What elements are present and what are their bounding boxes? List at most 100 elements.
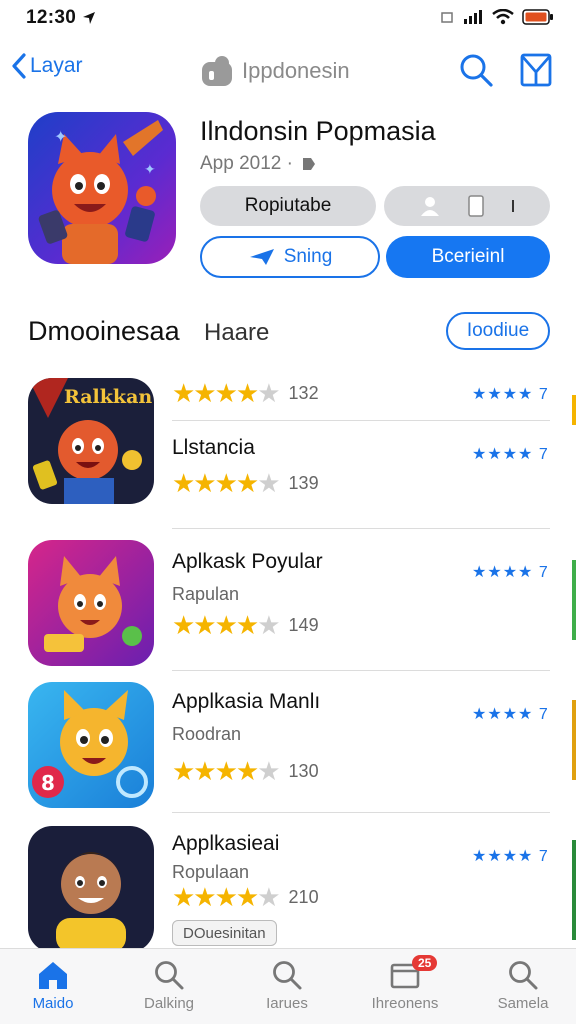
- mini-star-rating: ★★★★ 7: [472, 446, 549, 463]
- tab-label: Dalking: [143, 995, 195, 1012]
- tab-label: Iarues: [266, 995, 308, 1012]
- hero-subtitle-text: App 2012 ·: [200, 153, 293, 174]
- share-people-icon: [421, 197, 439, 216]
- search-icon: [155, 961, 184, 990]
- cartoon-cat-app-icon: ✦ ✦: [28, 112, 176, 264]
- navigation-bar: Layar Ippdonesin: [0, 44, 576, 100]
- app-icon: 8: [28, 682, 154, 808]
- share-button-label: Sning: [283, 246, 333, 267]
- bookmark-icon: [520, 53, 552, 87]
- rating-row: ★★★★★ 210: [172, 882, 319, 913]
- nav-title-text: Ippdonesin: [242, 58, 350, 83]
- tab-samela[interactable]: Samela: [468, 959, 576, 1012]
- back-button[interactable]: Layar: [10, 52, 83, 80]
- see-all-button[interactable]: Ioodiue: [446, 312, 550, 350]
- app-title: Aplkask Poyular: [172, 550, 323, 573]
- star-rating-icon: ★★★★★: [172, 610, 281, 640]
- edge-decoration: [572, 560, 576, 640]
- get-button[interactable]: Ropiutabe: [200, 186, 376, 226]
- tag-icon: [302, 158, 315, 170]
- section-subtitle: Haare: [204, 319, 270, 346]
- rating-count: 130: [288, 761, 319, 781]
- rating-row: ★★★★★ 149: [172, 610, 319, 641]
- rating-count: 149: [288, 615, 319, 635]
- rating-count: 210: [288, 887, 319, 907]
- notification-badge: 25: [412, 955, 438, 971]
- wifi-icon: [492, 9, 514, 25]
- star-rating-icon: ★★★★★: [172, 756, 281, 786]
- more-icon: [512, 200, 514, 212]
- chevron-left-icon: [12, 53, 26, 79]
- hero-app-icon[interactable]: ✦ ✦: [28, 112, 176, 264]
- tab-dalking[interactable]: Dalking: [114, 959, 224, 1012]
- rating-row: ★★★★★ 132: [172, 378, 319, 409]
- mini-star-rating: ★★★★ 7: [472, 706, 549, 723]
- svg-text:✦: ✦: [144, 162, 156, 178]
- rating-count: 139: [288, 473, 319, 493]
- svg-text:✦: ✦: [54, 127, 67, 146]
- search-icon: [273, 961, 302, 990]
- search-button[interactable]: [458, 52, 494, 93]
- app-icon: [28, 826, 154, 952]
- app-icon-logo-text: Ralkkan: [64, 386, 153, 408]
- device-icon: [468, 195, 484, 217]
- star-rating-icon: ★★★★★: [172, 882, 281, 912]
- edge-decoration: [572, 395, 576, 425]
- tab-iarues[interactable]: Iarues: [232, 959, 342, 1012]
- tab-label: Ihreonens: [371, 995, 439, 1012]
- rating-count: 132: [288, 383, 319, 403]
- nav-title: Ippdonesin: [200, 54, 350, 88]
- cartoon-cat-blue-app-icon: 8: [28, 682, 154, 808]
- divider: [172, 670, 550, 671]
- tab-bar: Maido Dalking Iarues 25 Ihreonens Samela: [0, 948, 576, 1024]
- tab-label: Samela: [497, 995, 549, 1012]
- app-title: Applkasia Manlı: [172, 690, 321, 713]
- status-icons: [440, 9, 554, 25]
- send-icon: [249, 249, 274, 265]
- divider: [172, 528, 550, 529]
- svg-text:8: 8: [41, 771, 55, 795]
- tab-ihreonens[interactable]: 25 Ihreonens: [350, 955, 460, 1012]
- rating-row: ★★★★★ 130: [172, 756, 319, 787]
- star-rating-icon: ★★★★★: [172, 468, 281, 498]
- section-title: Dmooinesaa: [28, 316, 180, 346]
- secondary-actions-pill[interactable]: [384, 186, 550, 226]
- search-icon: [460, 54, 493, 87]
- home-icon: [39, 962, 67, 989]
- mini-star-rating: ★★★★ 7: [472, 386, 549, 403]
- share-button[interactable]: Sning: [200, 236, 380, 278]
- edge-decoration: [572, 840, 576, 940]
- primary-action-button[interactable]: Bcerieinl: [386, 236, 550, 278]
- status-bar: 12:30: [0, 0, 576, 38]
- mute-icon: [441, 12, 453, 23]
- divider: [172, 812, 550, 813]
- mini-star-rating: ★★★★ 7: [472, 564, 549, 581]
- hero-app-title: Ilndonsin Popmasia: [200, 116, 436, 146]
- app-badge[interactable]: DOuesinitan: [172, 920, 277, 946]
- rating-row: ★★★★★ 139: [172, 468, 319, 499]
- app-icon: Ralkkan: [28, 378, 154, 504]
- battery-icon: [522, 9, 553, 25]
- app-title: Applkasieai: [172, 832, 280, 855]
- mini-star-rating: ★★★★ 7: [472, 848, 549, 865]
- cartoon-fox-app-icon: [28, 540, 154, 666]
- tab-home[interactable]: Maido: [0, 959, 108, 1012]
- search-icon: [509, 961, 538, 990]
- cartoon-boy-app-icon: [28, 826, 154, 952]
- hero-app-subtitle: App 2012 ·: [200, 153, 317, 175]
- edge-decoration: [572, 700, 576, 780]
- star-rating-icon: ★★★★★: [172, 378, 281, 408]
- app-subtitle: Rapulan: [172, 584, 240, 604]
- back-label: Layar: [30, 54, 83, 77]
- app-title: Llstancia: [172, 436, 255, 459]
- status-time: 12:30: [26, 7, 77, 28]
- app-subtitle: Roodran: [172, 724, 242, 744]
- bookmark-button[interactable]: [518, 52, 554, 93]
- divider: [172, 420, 550, 421]
- app-store-logo-icon: [202, 56, 232, 86]
- app-icon: [28, 540, 154, 666]
- location-arrow-icon: [83, 12, 95, 24]
- app-subtitle: Ropulaan: [172, 862, 250, 882]
- signal-icon: [464, 10, 482, 24]
- tab-label: Maido: [32, 995, 74, 1012]
